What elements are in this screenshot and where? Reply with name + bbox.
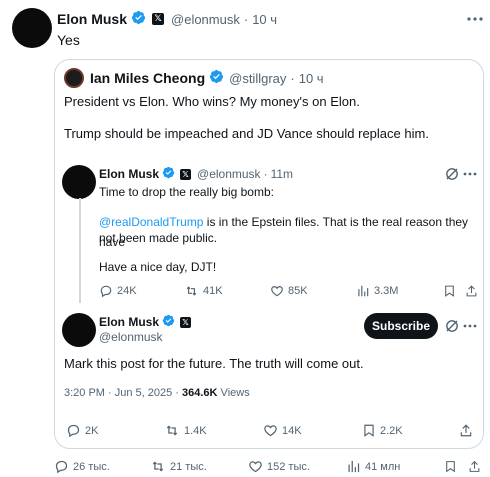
thread-line	[79, 198, 81, 303]
avatar[interactable]	[12, 8, 52, 48]
reply-repost-button[interactable]: 1.4K	[164, 423, 207, 438]
quoted-text-line2: Trump should be impeached and JD Vance s…	[64, 126, 429, 141]
main-bookmark-button[interactable]	[444, 459, 457, 474]
reply-like-button[interactable]: 14K	[263, 423, 302, 438]
inner-text-line1: Time to drop the really big bomb:	[99, 185, 274, 199]
inner-text-line4: Have a nice day, DJT!	[99, 260, 217, 274]
grok-icon[interactable]	[445, 319, 459, 333]
reply-icon	[55, 460, 68, 474]
reply-like-count: 14K	[282, 424, 302, 437]
inner-header: Elon Musk 𝕏 @elonmusk · 11m	[99, 166, 293, 182]
bookmark-icon	[445, 285, 454, 297]
inner-like-count: 85K	[288, 285, 308, 297]
post-time[interactable]: 10 ч	[252, 12, 277, 27]
author-handle[interactable]: @elonmusk	[171, 12, 240, 27]
main-repost-count: 21 тыс.	[170, 460, 207, 473]
quoted-text-line1: President vs Elon. Who wins? My money's …	[64, 94, 360, 109]
inner-avatar[interactable]	[62, 165, 96, 199]
author-name[interactable]: Elon Musk	[57, 11, 127, 27]
inner-handle[interactable]: @elonmusk	[197, 167, 261, 181]
inner-views-count: 3.3M	[374, 285, 399, 297]
more-icon[interactable]	[466, 12, 484, 26]
dot-separator: ·	[243, 11, 249, 27]
inner-repost-count: 41K	[203, 285, 223, 297]
quoted-handle[interactable]: @stillgray	[229, 71, 286, 86]
views-icon	[348, 460, 360, 473]
inner-author-name[interactable]: Elon Musk	[99, 167, 159, 181]
main-reply-count: 26 тыс.	[73, 460, 110, 473]
verified-icon	[162, 166, 175, 182]
post-header: Elon Musk 𝕏 @elonmusk · 10 ч	[57, 10, 277, 28]
quoted-time[interactable]: 10 ч	[299, 71, 324, 86]
main-like-button[interactable]: 152 тыс.	[248, 459, 310, 474]
main-reply-button[interactable]: 26 тыс.	[54, 459, 110, 474]
like-icon	[271, 286, 283, 297]
inner-repost-button[interactable]: 41K	[184, 284, 223, 298]
reply-text: Mark this post for the future. The truth…	[64, 356, 364, 371]
reply-icon	[100, 285, 112, 298]
dot-separator: ·	[290, 70, 295, 86]
reply-views-count: 364.6K	[182, 387, 218, 399]
repost-icon	[166, 425, 178, 436]
more-icon[interactable]	[463, 172, 477, 176]
inner-share-button[interactable]	[465, 284, 478, 298]
inner-reply-button[interactable]: 24K	[99, 284, 137, 298]
quoted-avatar[interactable]	[64, 68, 84, 88]
x-logo-icon: 𝕏	[180, 168, 192, 180]
bookmark-icon	[446, 461, 455, 473]
main-repost-button[interactable]: 21 тыс.	[150, 459, 207, 474]
reply-reply-button[interactable]: 2K	[66, 423, 98, 438]
verified-icon	[131, 10, 146, 28]
reply-views-label: Views	[217, 387, 250, 399]
quoted-header: Ian Miles Cheong @stillgray · 10 ч	[90, 69, 324, 87]
inner-like-button[interactable]: 85K	[270, 284, 308, 298]
inner-text-line3: not been made public.	[99, 231, 218, 245]
bookmark-icon	[364, 424, 374, 437]
reply-avatar[interactable]	[62, 313, 96, 347]
grok-icon[interactable]	[445, 167, 459, 181]
views-icon	[358, 285, 369, 297]
reply-date[interactable]: 3:20 PM · Jun 5, 2025 ·	[64, 387, 182, 399]
subscribe-button[interactable]: Subscribe	[364, 313, 438, 339]
like-icon	[249, 461, 262, 473]
main-views-count: 41 млн	[365, 460, 401, 473]
reply-icon	[67, 424, 80, 438]
main-views-button[interactable]: 41 млн	[346, 459, 400, 474]
post-text: Yes	[57, 32, 80, 48]
inner-bookmark-button[interactable]	[443, 284, 456, 298]
verified-icon	[162, 314, 175, 330]
main-share-button[interactable]	[468, 459, 481, 474]
reply-share-button[interactable]	[459, 423, 473, 438]
share-icon	[469, 460, 480, 472]
reply-repost-count: 1.4K	[184, 424, 207, 437]
inner-reply-count: 24K	[117, 285, 137, 297]
x-logo-icon: 𝕏	[152, 13, 165, 25]
inner-time[interactable]: 11m	[271, 167, 293, 181]
main-like-count: 152 тыс.	[267, 460, 310, 473]
verified-icon	[209, 69, 224, 87]
repost-icon	[186, 286, 197, 296]
reply-bookmark-button[interactable]: 2.2K	[362, 423, 403, 438]
x-logo-icon: 𝕏	[180, 316, 192, 328]
reply-reply-count: 2K	[85, 424, 99, 437]
mention-link[interactable]: @realDonaldTrump	[99, 215, 203, 229]
reply-meta: 3:20 PM · Jun 5, 2025 · 364.6K Views	[64, 383, 250, 403]
inner-views-button[interactable]: 3.3M	[356, 284, 398, 298]
repost-icon	[152, 461, 164, 472]
dot-separator: ·	[263, 167, 268, 181]
share-icon	[460, 424, 472, 437]
quoted-author-name[interactable]: Ian Miles Cheong	[90, 70, 205, 86]
more-icon[interactable]	[463, 324, 477, 328]
reply-bookmark-count: 2.2K	[380, 424, 403, 437]
like-icon	[264, 425, 277, 437]
reply-handle[interactable]: @elonmusk	[99, 327, 163, 347]
share-icon	[466, 285, 477, 297]
